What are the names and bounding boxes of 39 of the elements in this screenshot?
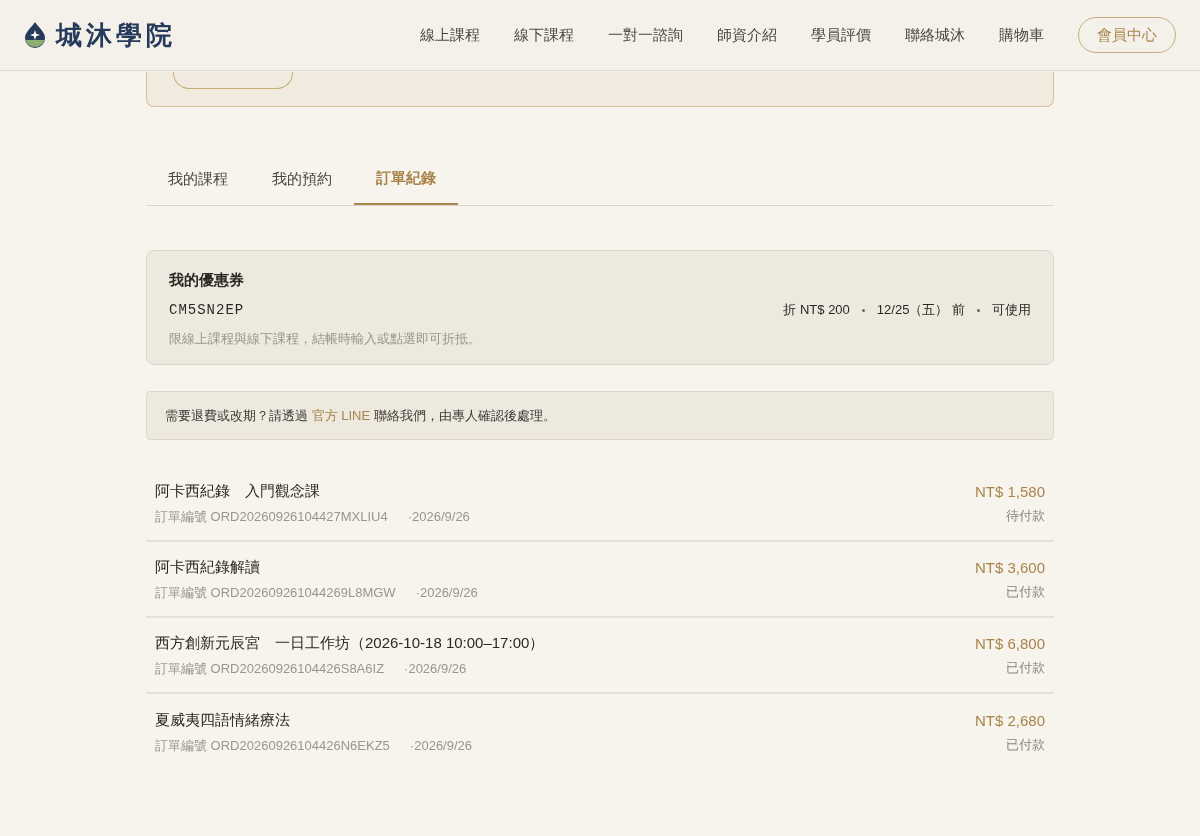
tab[interactable]: 我的預約 (250, 153, 354, 205)
order-number: 訂單編號 ORD202609261044269L8MGW (155, 583, 396, 602)
nav-link[interactable]: 學員評價 (811, 23, 871, 47)
nav-link[interactable]: 線上課程 (420, 23, 480, 47)
order-status: 待付款 (1006, 507, 1045, 525)
brand-name: 城沐學院 (56, 18, 176, 52)
notice-text: 需要退費或改期？請透過 官方 LINE 聯絡我們，由專人確認後處理。 (165, 406, 556, 425)
coupon-code: CM5SN2EP (169, 300, 245, 320)
order-date: ·2026/9/26 (415, 583, 478, 602)
coupon-title: 我的優惠券 (169, 270, 245, 290)
order-number: 訂單編號 ORD20260926104427MXLIU4 (155, 507, 388, 526)
order-date: ·2026/9/26 (407, 507, 470, 526)
order-price: NT$ 1,580 (974, 481, 1045, 502)
order-date: ·2026/9/26 (409, 736, 473, 755)
nav-link[interactable]: 購物車 (999, 23, 1044, 47)
nav-link[interactable]: 聯絡城沐 (905, 23, 965, 47)
order-title: 夏威夷四語情緒療法 (155, 710, 291, 730)
nav-link[interactable]: 線下課程 (514, 23, 574, 47)
order-price: NT$ 3,600 (974, 557, 1045, 578)
coupon-expiry: 12/25（五） 前 (876, 301, 965, 320)
coupon-status: 可使用 (992, 301, 1031, 320)
order-status: 已付款 (1006, 659, 1045, 677)
coupon-discount: 折 NT$ 200 (783, 301, 850, 320)
nav-link[interactable]: 師資介紹 (717, 23, 777, 47)
order-number: 訂單編號 ORD20260926104426N6EKZ5 (155, 736, 390, 755)
order-title: 西方創新元辰宮 一日工作坊（2026-10-18 10:00–17:00） (155, 633, 545, 653)
order-title: 阿卡西紀錄 入門觀念課 (155, 481, 321, 501)
order-price: NT$ 2,680 (974, 710, 1045, 731)
resend-button[interactable] (173, 72, 293, 89)
nav-link[interactable]: 一對一諮詢 (608, 23, 683, 47)
order-status: 已付款 (1006, 736, 1045, 754)
logo-icon (24, 22, 46, 48)
order-number: 訂單編號 ORD20260926104426S8A6IZ (155, 659, 385, 678)
order-price: NT$ 6,800 (974, 633, 1045, 654)
coupon-note: 限線上課程與線下課程，結帳時輸入或點選即可折抵。 (169, 329, 482, 348)
order-status: 已付款 (1006, 583, 1045, 601)
order-date: ·2026/9/26 (404, 659, 467, 678)
order-title: 阿卡西紀錄解讀 (155, 557, 261, 577)
tab[interactable]: 我的課程 (146, 153, 250, 205)
